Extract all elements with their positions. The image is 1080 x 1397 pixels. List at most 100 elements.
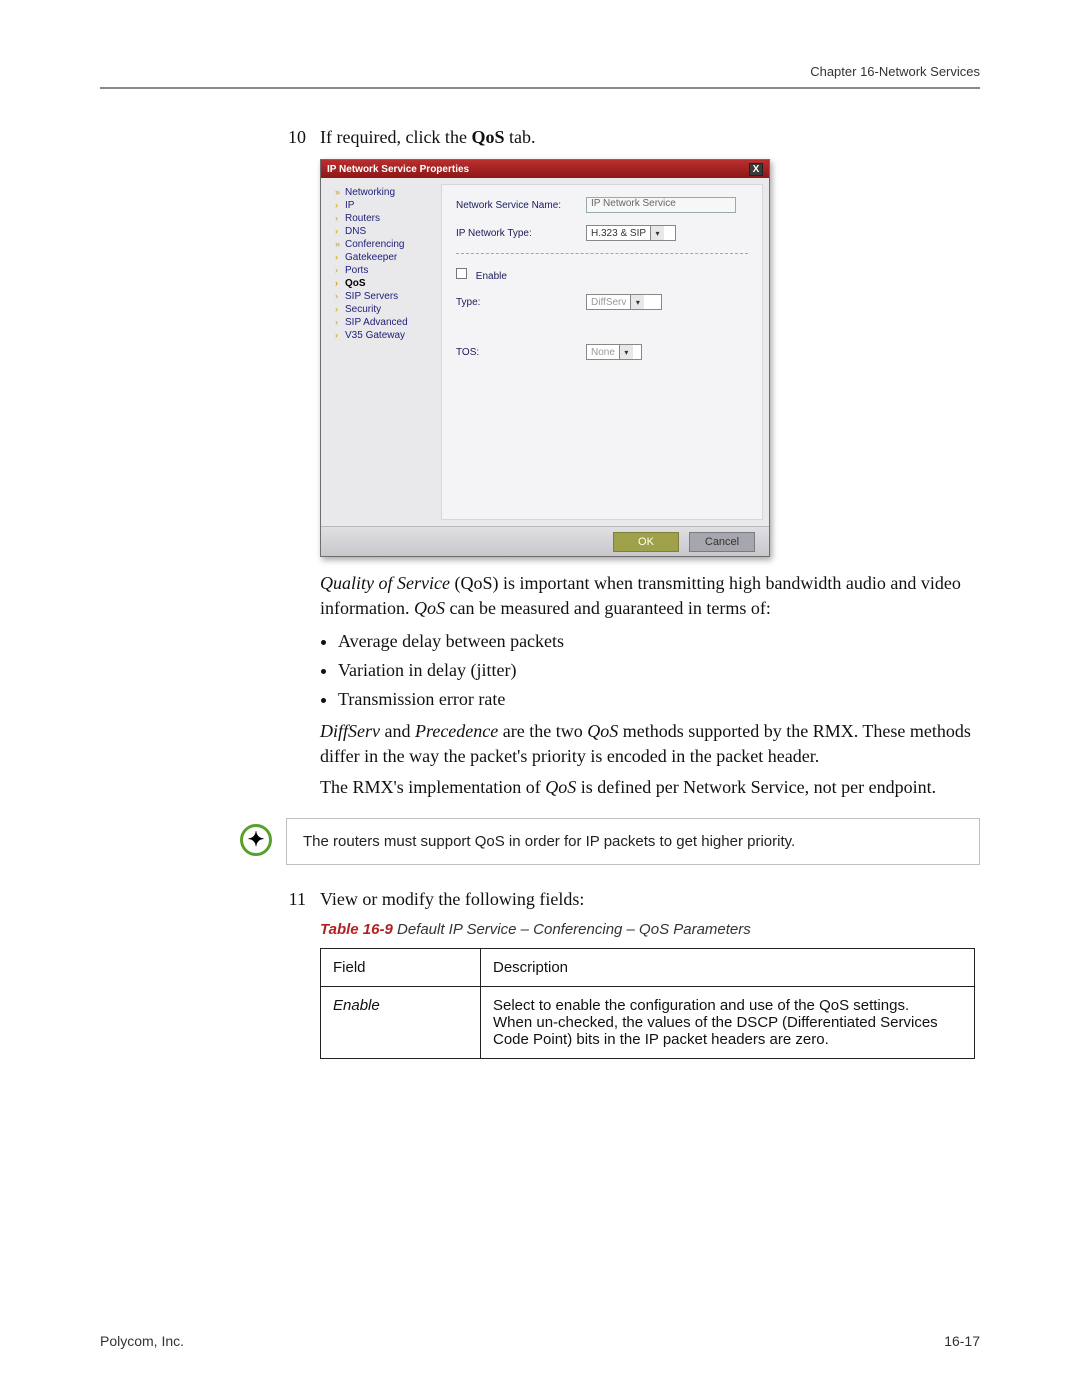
chevron-icon: ›: [335, 265, 345, 275]
label-tos: TOS:: [456, 347, 586, 358]
th-field: Field: [321, 949, 481, 987]
para3-post: is defined per Network Service, not per …: [576, 777, 936, 797]
nav-item-networking[interactable]: »Networking: [325, 186, 437, 199]
td-field: Enable: [321, 987, 481, 1059]
note-block: ✦ The routers must support QoS in order …: [240, 818, 980, 865]
chevron-icon: ›: [335, 200, 345, 210]
label-enable: Enable: [476, 271, 507, 282]
input-network-service-name[interactable]: IP Network Service: [586, 197, 736, 213]
select-type-value: DiffServ: [591, 297, 626, 308]
nav-item-label: SIP Advanced: [345, 317, 408, 328]
select-type[interactable]: DiffServ ▾: [586, 294, 662, 310]
list-item: Variation in delay (jitter): [338, 656, 980, 685]
nav-item-sip-advanced[interactable]: ›SIP Advanced: [325, 316, 437, 329]
nav-item-label: Ports: [345, 265, 368, 276]
dialog-body: »Networking›IP›Routers›DNS»Conferencing›…: [321, 178, 769, 526]
para2-i1: DiffServ: [320, 721, 380, 741]
dialog-separator: [456, 253, 748, 254]
nav-item-label: Routers: [345, 213, 380, 224]
nav-item-qos[interactable]: ›QoS: [325, 277, 437, 290]
dialog-ip-network-service-properties: IP Network Service Properties X »Network…: [320, 159, 770, 557]
nav-item-ports[interactable]: ›Ports: [325, 264, 437, 277]
pin-icon: ✦: [248, 827, 265, 852]
paragraph-methods: DiffServ and Precedence are the two QoS …: [320, 719, 980, 769]
nav-item-v35-gateway[interactable]: ›V35 Gateway: [325, 329, 437, 342]
chevron-icon: ›: [335, 226, 345, 236]
para2-m2: are the two: [498, 721, 587, 741]
para3-pre: The RMX's implementation of: [320, 777, 545, 797]
select-tos[interactable]: None ▾: [586, 344, 642, 360]
nav-item-label: QoS: [345, 278, 366, 289]
table-qos-parameters: Field Description EnableSelect to enable…: [320, 948, 975, 1059]
dialog-main-panel: Network Service Name: IP Network Service…: [441, 184, 763, 520]
note-icon: ✦: [240, 824, 272, 856]
nav-item-gatekeeper[interactable]: ›Gatekeeper: [325, 251, 437, 264]
checkbox-enable-wrap[interactable]: Enable: [456, 268, 586, 282]
paragraph-qos-intro: Quality of Service (QoS) is important wh…: [320, 571, 980, 621]
note-text: The routers must support QoS in order fo…: [286, 818, 980, 865]
chevron-icon: ›: [335, 252, 345, 262]
chevron-down-icon: ▾: [650, 226, 664, 240]
para2-i2: Precedence: [415, 721, 498, 741]
nav-item-ip[interactable]: ›IP: [325, 199, 437, 212]
chevron-down-icon: ▾: [619, 345, 633, 359]
label-network-service-name: Network Service Name:: [456, 200, 586, 211]
step10-post: tab.: [504, 127, 535, 147]
chevron-icon: ›: [335, 278, 345, 288]
para1-i1: Quality of Service: [320, 573, 450, 593]
th-description: Description: [481, 949, 975, 987]
chevron-icon: ›: [335, 304, 345, 314]
nav-item-conferencing[interactable]: »Conferencing: [325, 238, 437, 251]
para2-i3: QoS: [587, 721, 618, 741]
step-number: 11: [278, 887, 306, 911]
label-ip-network-type: IP Network Type:: [456, 228, 586, 239]
nav-item-security[interactable]: ›Security: [325, 303, 437, 316]
select-tos-value: None: [591, 347, 615, 358]
table-caption: Table 16-9 Default IP Service – Conferen…: [320, 921, 980, 938]
nav-item-sip-servers[interactable]: ›SIP Servers: [325, 290, 437, 303]
dialog-nav: »Networking›IP›Routers›DNS»Conferencing›…: [321, 178, 441, 526]
td-description: Select to enable the configuration and u…: [481, 987, 975, 1059]
chevron-icon: ›: [335, 317, 345, 327]
chevron-icon: »: [335, 239, 345, 249]
nav-item-label: V35 Gateway: [345, 330, 405, 341]
step-text: If required, click the QoS tab.: [320, 125, 980, 149]
step-10: 10 If required, click the QoS tab.: [278, 125, 980, 149]
dialog-title-text: IP Network Service Properties: [327, 164, 469, 175]
nav-item-label: Networking: [345, 187, 395, 198]
step-11: 11 View or modify the following fields:: [278, 887, 980, 911]
nav-item-label: SIP Servers: [345, 291, 398, 302]
dialog-titlebar: IP Network Service Properties X: [321, 160, 769, 178]
footer-right: 16-17: [944, 1333, 980, 1349]
chapter-header: Chapter 16-Network Services: [100, 64, 980, 79]
select-ip-network-type-value: H.323 & SIP: [591, 228, 646, 239]
label-type: Type:: [456, 297, 586, 308]
checkbox-enable[interactable]: [456, 268, 467, 279]
para2-m1: and: [380, 721, 415, 741]
dialog-button-row: OK Cancel: [321, 526, 769, 556]
nav-item-label: Conferencing: [345, 239, 404, 250]
chevron-icon: ›: [335, 330, 345, 340]
close-icon[interactable]: X: [749, 163, 763, 176]
para1-post: can be measured and guaranteed in terms …: [445, 598, 771, 618]
paragraph-per-service: The RMX's implementation of QoS is defin…: [320, 775, 980, 800]
page-footer: Polycom, Inc. 16-17: [100, 1333, 980, 1349]
para1-i2: QoS: [414, 598, 445, 618]
nav-item-routers[interactable]: ›Routers: [325, 212, 437, 225]
nav-item-label: Gatekeeper: [345, 252, 397, 263]
list-item: Average delay between packets: [338, 627, 980, 656]
table-title: Default IP Service – Conferencing – QoS …: [393, 921, 751, 938]
list-item: Transmission error rate: [338, 685, 980, 714]
select-ip-network-type[interactable]: H.323 & SIP ▾: [586, 225, 676, 241]
step-number: 10: [278, 125, 306, 149]
chevron-icon: ›: [335, 213, 345, 223]
step-text: View or modify the following fields:: [320, 887, 980, 911]
table-number: Table 16-9: [320, 921, 393, 938]
ok-button[interactable]: OK: [613, 532, 679, 552]
nav-item-label: DNS: [345, 226, 366, 237]
bullet-list: Average delay between packetsVariation i…: [338, 627, 980, 713]
cancel-button[interactable]: Cancel: [689, 532, 755, 552]
table-row: EnableSelect to enable the configuration…: [321, 987, 975, 1059]
nav-item-dns[interactable]: ›DNS: [325, 225, 437, 238]
header-rule: [100, 87, 980, 89]
